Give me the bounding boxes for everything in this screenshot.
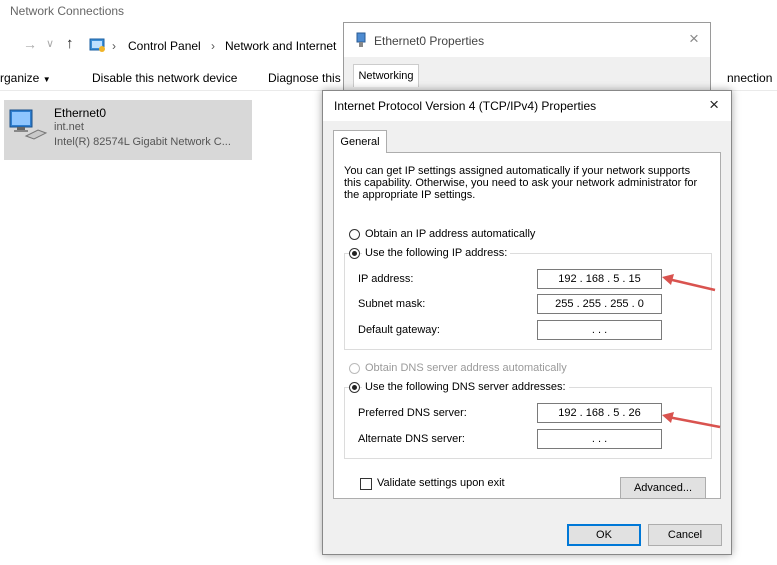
default-gateway-field[interactable]: . . . bbox=[537, 320, 662, 340]
preferred-dns-field[interactable]: 192 . 168 . 5 . 26 bbox=[537, 403, 662, 423]
preferred-dns-label: Preferred DNS server: bbox=[358, 407, 467, 419]
breadcrumb-separator: › bbox=[112, 39, 116, 53]
dns-auto-label[interactable]: Obtain DNS server address automatically bbox=[365, 362, 567, 374]
close-icon[interactable]: × bbox=[689, 29, 699, 49]
tab-general[interactable]: General bbox=[333, 130, 387, 153]
adapter-network: int.net bbox=[54, 121, 84, 133]
alternate-dns-field[interactable]: . . . bbox=[537, 429, 662, 449]
ip-auto-label[interactable]: Obtain an IP address automatically bbox=[365, 228, 535, 240]
ip-manual-radio[interactable] bbox=[349, 248, 360, 259]
control-panel-icon bbox=[89, 38, 107, 53]
breadcrumb-network-and-internet[interactable]: Network and Internet bbox=[225, 39, 336, 53]
ipv4-properties-dialog: Internet Protocol Version 4 (TCP/IPv4) P… bbox=[322, 90, 732, 555]
dns-manual-label[interactable]: Use the following DNS server addresses: bbox=[362, 381, 569, 393]
window-title: Network Connections bbox=[10, 4, 125, 18]
disable-device-button[interactable]: Disable this network device bbox=[92, 71, 237, 85]
advanced-button[interactable]: Advanced... bbox=[620, 477, 706, 499]
tab-networking[interactable]: Networking bbox=[353, 64, 419, 87]
network-adapter-icon bbox=[8, 106, 48, 142]
ip-address-field[interactable]: 192 . 168 . 5 . 15 bbox=[537, 269, 662, 289]
ip-address-label: IP address: bbox=[358, 273, 414, 285]
cancel-button[interactable]: Cancel bbox=[648, 524, 722, 546]
breadcrumb-separator: › bbox=[211, 39, 215, 53]
default-gateway-label: Default gateway: bbox=[358, 324, 440, 336]
validate-label[interactable]: Validate settings upon exit bbox=[377, 477, 505, 489]
breadcrumb-control-panel[interactable]: Control Panel bbox=[128, 39, 201, 53]
validate-checkbox[interactable] bbox=[360, 478, 372, 490]
subnet-mask-field[interactable]: 255 . 255 . 255 . 0 bbox=[537, 294, 662, 314]
intro-text: You can get IP settings assigned automat… bbox=[344, 165, 698, 201]
subnet-mask-label: Subnet mask: bbox=[358, 298, 426, 310]
general-tab-panel: You can get IP settings assigned automat… bbox=[333, 152, 721, 499]
alternate-dns-label: Alternate DNS server: bbox=[358, 433, 465, 445]
connection-command-button[interactable]: nnection bbox=[727, 71, 772, 85]
adapter-name: Ethernet0 bbox=[54, 106, 107, 120]
close-icon[interactable]: × bbox=[709, 95, 719, 115]
up-arrow-icon[interactable]: ↑ bbox=[66, 35, 74, 52]
adapter-description: Intel(R) 82574L Gigabit Network C... bbox=[54, 136, 231, 148]
dialog-titlebar: Ethernet0 Properties × bbox=[344, 23, 710, 57]
annotation-arrow-icon bbox=[662, 274, 716, 292]
network-adapter-item[interactable]: Ethernet0 int.net Intel(R) 82574L Gigabi… bbox=[4, 100, 252, 160]
diagnose-button[interactable]: Diagnose this bbox=[268, 71, 341, 85]
ok-button[interactable]: OK bbox=[567, 524, 641, 546]
dns-auto-radio[interactable] bbox=[349, 363, 360, 374]
forward-icon[interactable]: → bbox=[23, 36, 37, 52]
organize-label: rganize bbox=[0, 71, 40, 85]
chevron-down-icon[interactable]: ∨ bbox=[46, 37, 54, 50]
ip-auto-radio[interactable] bbox=[349, 229, 360, 240]
ip-manual-label[interactable]: Use the following IP address: bbox=[362, 247, 511, 259]
ethernet-icon bbox=[354, 32, 368, 48]
annotation-arrow-icon bbox=[662, 412, 721, 429]
dialog-title: Internet Protocol Version 4 (TCP/IPv4) P… bbox=[334, 99, 597, 113]
dialog-titlebar: Internet Protocol Version 4 (TCP/IPv4) P… bbox=[323, 91, 731, 121]
dns-manual-radio[interactable] bbox=[349, 382, 360, 393]
dialog-title: Ethernet0 Properties bbox=[374, 34, 485, 48]
organize-menu[interactable]: rganize ▼ bbox=[0, 71, 51, 85]
chevron-down-icon: ▼ bbox=[42, 75, 51, 84]
